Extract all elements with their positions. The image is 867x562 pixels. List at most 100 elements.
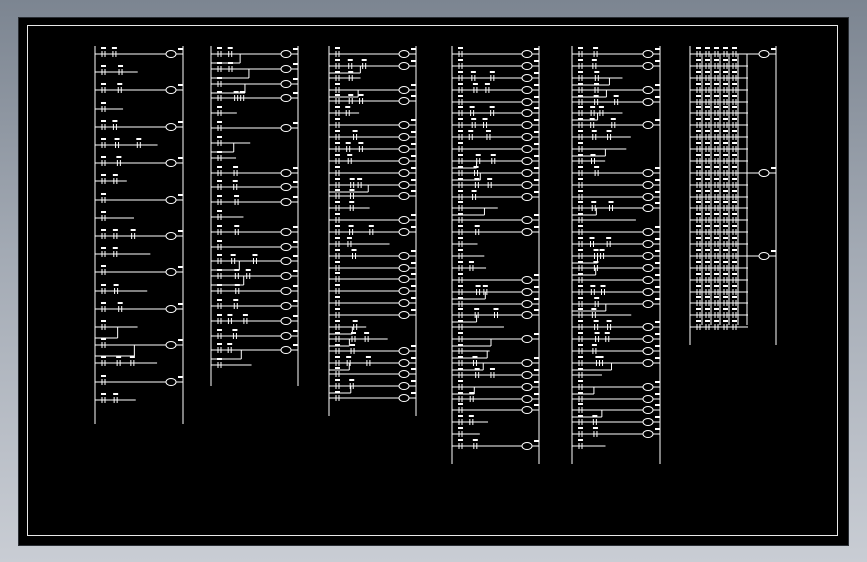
contact-address-label: [696, 213, 701, 215]
contact-address-label: [696, 178, 701, 180]
contact-address-label: [723, 237, 728, 239]
contact-address-label: [101, 265, 106, 267]
coil-address-label: [534, 226, 539, 228]
contact-address-label: [217, 47, 222, 49]
output-coil: [521, 359, 533, 367]
output-coil: [521, 216, 533, 224]
contact-address-label: [723, 118, 728, 120]
contact-address-label: [732, 296, 737, 298]
output-coil: [521, 98, 533, 106]
contact-address-label: [472, 83, 478, 85]
ladder-rung: [95, 156, 183, 167]
coil-address-label: [411, 309, 416, 311]
ladder-rung: [95, 47, 183, 58]
contact-address-label: [732, 130, 737, 132]
contact-address-label: [696, 225, 701, 227]
contact-address-label: [705, 71, 710, 73]
contact-address-label: [732, 213, 737, 215]
contact-address-label: [118, 65, 124, 67]
contact-address-label: [239, 91, 245, 93]
contact-address-label: [578, 201, 583, 203]
contact-address-label: [578, 320, 583, 322]
output-coil: [521, 50, 533, 58]
contact-address-label: [578, 439, 583, 441]
coil-address-label: [655, 60, 660, 62]
coil-address-label: [411, 297, 416, 299]
coil-address-label: [655, 167, 660, 169]
contact-address-label: [723, 142, 728, 144]
ladder-rung: [572, 130, 631, 140]
coil-address-label: [411, 167, 416, 169]
ladder-rung: [211, 180, 298, 191]
contact-address-label: [335, 94, 340, 96]
output-coil: [521, 335, 533, 343]
cad-viewport[interactable]: [19, 18, 848, 545]
contact-address-label: [217, 195, 222, 197]
output-coil: [521, 395, 533, 403]
contact-address-label: [458, 190, 463, 192]
contact-address-label: [489, 368, 495, 370]
contact-address-label: [232, 329, 238, 331]
contact-address-label: [335, 237, 340, 239]
ladder-rung: [452, 439, 539, 450]
ladder-rung: [329, 94, 416, 105]
ladder-rung: [329, 213, 416, 224]
coil-address-label: [655, 238, 660, 240]
contact-address-label: [335, 332, 340, 334]
contact-address-label: [732, 166, 737, 168]
ladder-rung: [452, 154, 539, 169]
contact-address-label: [101, 193, 106, 195]
ladder-rung: [572, 356, 660, 371]
contact-address-label: [696, 59, 701, 61]
contact-address-label: [723, 261, 728, 263]
output-coil: [642, 347, 654, 355]
output-coil: [398, 228, 410, 236]
contact-address-label: [230, 254, 236, 256]
contact-address-label: [228, 62, 234, 64]
coil-address-label: [534, 369, 539, 371]
output-coil: [165, 378, 177, 386]
ladder-rung: [572, 403, 660, 418]
contact-address-label: [714, 118, 719, 120]
contact-address-label: [591, 344, 597, 346]
contact-address-label: [458, 201, 463, 203]
contact-address-label: [705, 130, 710, 132]
ladder-rung: [572, 166, 660, 177]
contact-address-label: [594, 332, 600, 334]
contact-address-label: [594, 71, 600, 73]
contact-address-label: [335, 142, 340, 144]
ladder-rung: [329, 356, 416, 371]
contact-address-label: [233, 91, 239, 93]
contact-address-label: [458, 249, 463, 251]
contact-address-label: [723, 320, 728, 322]
contact-address-label: [458, 213, 463, 215]
contact-address-label: [490, 154, 496, 156]
ladder-rung: [690, 213, 748, 223]
output-coil: [521, 406, 533, 414]
output-coil: [642, 98, 654, 106]
ladder-rung: [95, 356, 158, 366]
ladder-rung: [572, 106, 623, 121]
coil-address-label: [293, 181, 298, 183]
ladder-rung: [452, 403, 539, 414]
contact-address-label: [485, 130, 491, 132]
contact-address-label: [714, 130, 719, 132]
contact-address-label: [217, 225, 222, 227]
contact-address-label: [599, 249, 605, 251]
coil-address-label: [655, 381, 660, 383]
contact-address-label: [714, 285, 719, 287]
output-coil: [642, 86, 654, 94]
ladder-rung: [452, 190, 539, 201]
ladder-rung: [572, 439, 606, 449]
coil-address-label: [534, 357, 539, 359]
contact-address-label: [732, 142, 737, 144]
contact-address-label: [217, 180, 222, 182]
contact-address-label: [335, 130, 340, 132]
contact-address-label: [600, 285, 606, 287]
contact-address-label: [714, 83, 719, 85]
contact-address-label: [732, 320, 737, 322]
coil-address-label: [293, 315, 298, 317]
output-coil: [642, 169, 654, 177]
contact-address-label: [593, 95, 599, 97]
contact-address-label: [578, 392, 583, 394]
